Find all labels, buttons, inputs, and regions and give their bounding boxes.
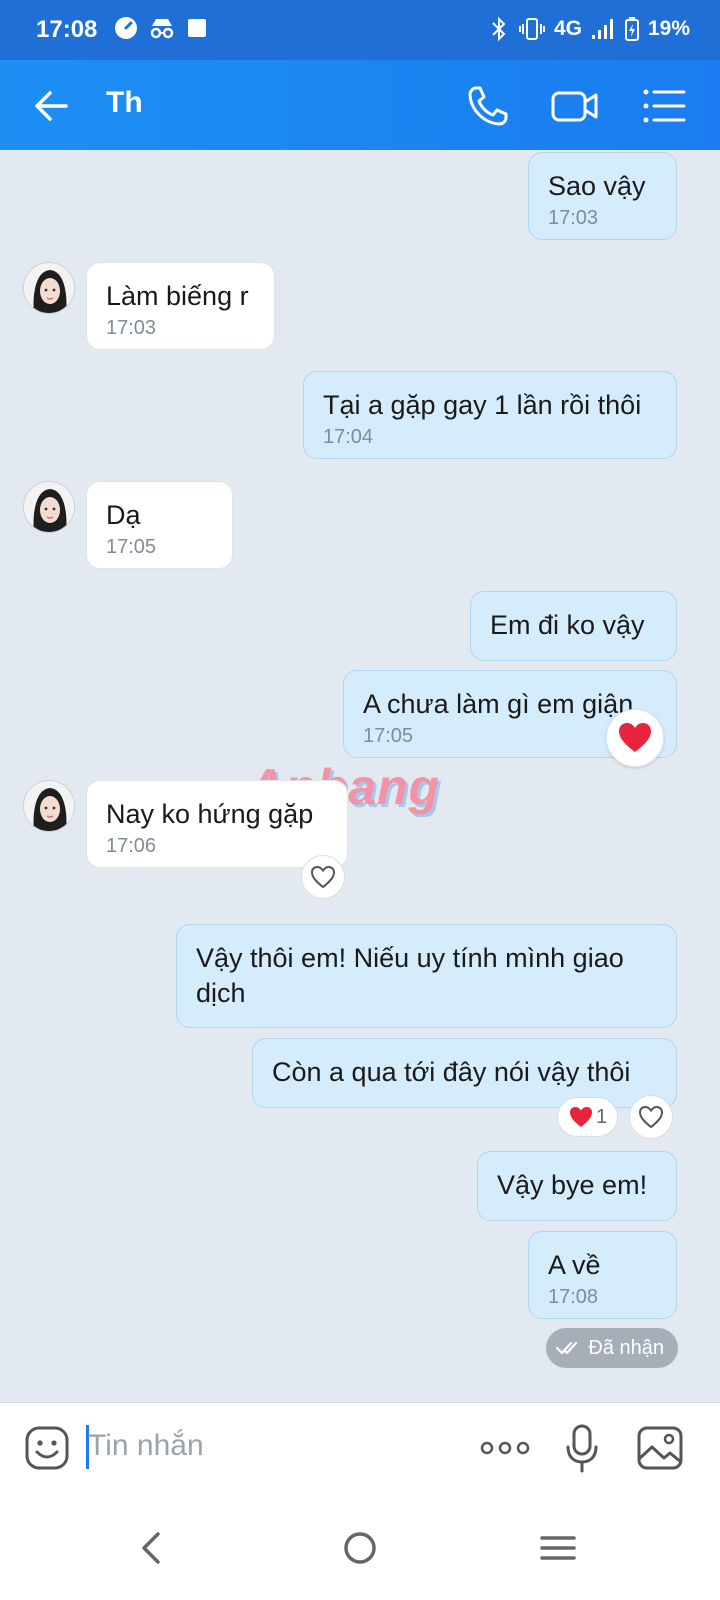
message-outgoing[interactable]: Vậy bye em! — [477, 1151, 677, 1221]
battery-level: 19% — [647, 17, 690, 40]
message-time: 17:08 — [548, 1286, 599, 1308]
message-text: Nay ko hứng gặp — [106, 799, 314, 829]
reaction-count: 1 — [596, 1105, 608, 1128]
message-text: Còn a qua tới đây nói vậy thôi — [272, 1057, 631, 1087]
reaction-heart[interactable] — [606, 709, 664, 767]
heart-icon — [570, 1107, 592, 1127]
video-call-icon[interactable] — [550, 82, 600, 130]
message-incoming[interactable]: Dạ 17:05 — [86, 481, 233, 569]
message-text: A chưa làm gì em giận — [363, 689, 634, 719]
avatar[interactable] — [23, 262, 75, 314]
menu-list-icon[interactable] — [640, 82, 688, 130]
incognito-icon — [150, 19, 174, 39]
delivery-status-text: Đã nhận — [588, 1336, 664, 1359]
square-icon — [188, 19, 206, 37]
more-options-icon[interactable] — [480, 1433, 530, 1463]
heart-outline-icon — [310, 865, 336, 889]
message-time: 17:03 — [548, 207, 599, 229]
delivery-status-badge: Đã nhận — [546, 1328, 678, 1368]
message-text: Tại a gặp gay 1 lần rồi thôi — [323, 390, 642, 420]
message-outgoing[interactable]: Vậy thôi em! Niếu uy tính mình giao dịch — [176, 924, 677, 1028]
gallery-icon[interactable] — [636, 1425, 684, 1471]
microphone-icon[interactable] — [564, 1423, 600, 1475]
message-text: Em đi ko vậy — [490, 610, 645, 640]
message-time: 17:03 — [106, 317, 157, 339]
message-incoming[interactable]: Nay ko hứng gặp 17:06 — [86, 780, 348, 868]
message-time: 17:04 — [323, 426, 374, 448]
phone-icon[interactable] — [464, 82, 512, 130]
signal-icon — [591, 19, 613, 39]
heart-outline-icon — [638, 1105, 664, 1129]
back-arrow-icon[interactable] — [30, 84, 74, 128]
message-time: 17:06 — [106, 835, 157, 857]
avatar[interactable] — [23, 481, 75, 533]
message-outgoing[interactable]: Tại a gặp gay 1 lần rồi thôi 17:04 — [303, 371, 677, 459]
message-outgoing[interactable]: Em đi ko vậy — [470, 591, 677, 661]
status-bar: 17:08 4G 19% — [0, 0, 720, 60]
message-input[interactable]: Tin nhắn — [88, 1429, 204, 1463]
chat-header: Th — [0, 60, 720, 150]
message-incoming[interactable]: Làm biếng r 17:03 — [86, 262, 275, 350]
status-right-icons: 4G 19% — [488, 16, 690, 42]
message-text: A về — [548, 1250, 601, 1280]
back-icon[interactable] — [130, 1526, 174, 1570]
sticker-emoji-icon[interactable] — [24, 1425, 70, 1471]
double-check-icon — [556, 1341, 578, 1355]
message-time: 17:05 — [106, 536, 157, 558]
message-outgoing[interactable]: Còn a qua tới đây nói vậy thôi — [252, 1038, 677, 1108]
bluetooth-icon — [492, 16, 506, 42]
vibrate-icon — [518, 18, 545, 40]
message-outgoing[interactable]: Sao vậy 17:03 — [528, 152, 677, 240]
status-left-icons — [114, 16, 208, 40]
message-outgoing[interactable]: A về 17:08 — [528, 1231, 677, 1319]
message-text: Vậy bye em! — [497, 1170, 648, 1200]
system-nav-bar — [0, 1494, 720, 1600]
recents-icon[interactable] — [536, 1526, 580, 1570]
message-text: Vậy thôi em! Niếu uy tính mình giao dịch — [196, 943, 624, 1008]
react-button[interactable] — [301, 855, 345, 899]
message-text: Làm biếng r — [106, 281, 249, 311]
avatar[interactable] — [23, 780, 75, 832]
message-text: Dạ — [106, 500, 141, 530]
home-icon[interactable] — [338, 1526, 382, 1570]
message-text: Sao vậy — [548, 171, 646, 201]
network-type: 4G — [553, 17, 582, 40]
react-button[interactable] — [629, 1095, 673, 1139]
battery-charging-icon — [624, 17, 639, 41]
speed-icon — [115, 17, 137, 39]
heart-icon — [619, 723, 651, 752]
contact-name[interactable]: Th — [106, 86, 143, 120]
message-composer: Tin nhắn — [0, 1402, 720, 1494]
reaction-count-badge[interactable]: 1 — [557, 1097, 619, 1137]
status-time: 17:08 — [36, 16, 98, 43]
